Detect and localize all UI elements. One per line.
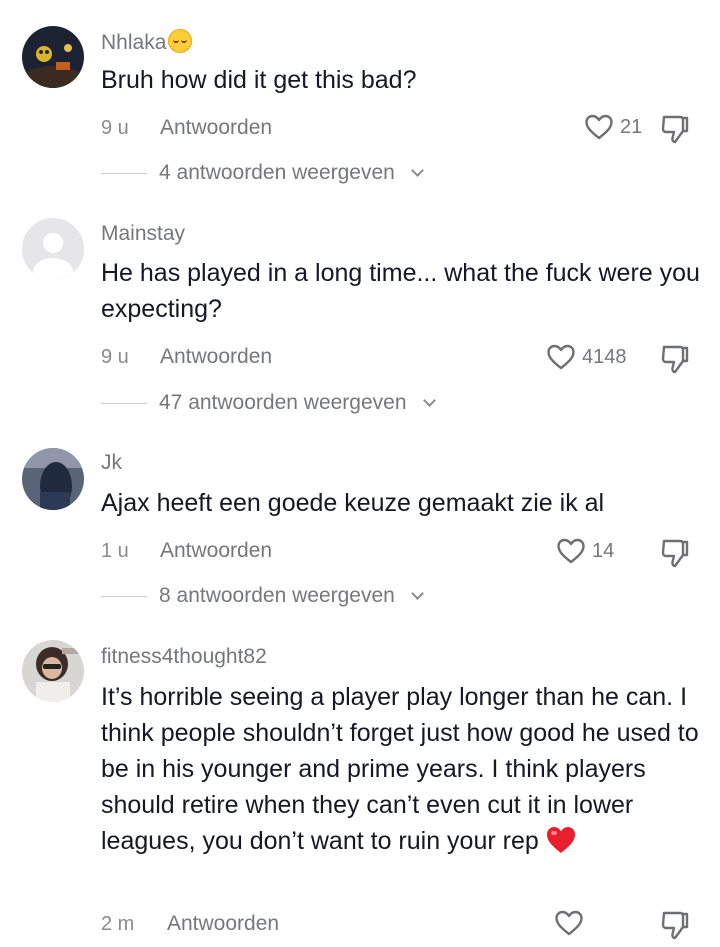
avatar[interactable] xyxy=(22,218,84,280)
like-button[interactable]: 4148 xyxy=(546,343,627,371)
relieved-face-emoji xyxy=(168,29,193,53)
dislike-button[interactable] xyxy=(660,909,690,946)
timestamp: 1 u xyxy=(101,540,129,562)
divider xyxy=(101,402,147,404)
divider xyxy=(101,172,147,174)
reply-button[interactable]: Antwoorden xyxy=(160,345,272,369)
dislike-button[interactable] xyxy=(660,343,690,380)
divider xyxy=(101,595,147,597)
heart-outline-icon xyxy=(555,910,583,936)
comment-text: It’s horrible seeing a player play longe… xyxy=(101,679,701,865)
avatar[interactable] xyxy=(22,26,84,88)
like-button[interactable]: 14 xyxy=(556,537,614,565)
timestamp: 9 u xyxy=(101,117,129,139)
reply-button[interactable]: Antwoorden xyxy=(160,539,272,563)
timestamp: 9 u xyxy=(101,346,129,368)
dislike-button[interactable] xyxy=(660,113,690,150)
reply-button[interactable]: Antwoorden xyxy=(167,912,279,936)
username[interactable]: Mainstay xyxy=(101,222,185,246)
timestamp: 2 m xyxy=(101,913,135,935)
avatar[interactable] xyxy=(22,448,84,510)
like-button[interactable]: 21 xyxy=(584,113,642,141)
like-count: 14 xyxy=(592,539,615,562)
view-replies-label: 47 antwoorden weergeven xyxy=(159,391,407,414)
thumbs-down-icon xyxy=(661,539,689,568)
view-replies-label: 8 antwoorden weergeven xyxy=(159,584,395,607)
dislike-button[interactable] xyxy=(660,537,690,574)
heart-outline-icon xyxy=(547,344,575,370)
username[interactable]: Nhlaka xyxy=(101,29,193,55)
comment-text: Bruh how did it get this bad? xyxy=(101,66,417,94)
username[interactable]: fitness4thought82 xyxy=(101,645,267,669)
heart-outline-icon xyxy=(557,538,585,564)
avatar[interactable] xyxy=(22,640,84,702)
view-replies-button[interactable]: 8 antwoorden weergeven xyxy=(101,584,424,608)
chevron-down-icon xyxy=(410,163,424,177)
view-replies-button[interactable]: 4 antwoorden weergeven xyxy=(101,161,424,185)
comment-text: Ajax heeft een goede keuze gemaakt zie i… xyxy=(101,489,605,517)
like-count: 21 xyxy=(620,115,643,138)
chevron-down-icon xyxy=(422,393,436,407)
red-heart-emoji xyxy=(545,825,577,865)
reply-button[interactable]: Antwoorden xyxy=(160,116,272,140)
view-replies-label: 4 antwoorden weergeven xyxy=(159,161,395,184)
like-count: 4148 xyxy=(582,345,627,368)
thumbs-down-icon xyxy=(661,345,689,374)
username[interactable]: Jk xyxy=(101,451,122,475)
comment-text: He has played in a long time... what the… xyxy=(101,259,700,323)
thumbs-down-icon xyxy=(661,115,689,144)
heart-outline-icon xyxy=(585,114,613,140)
like-button[interactable] xyxy=(554,909,584,937)
thumbs-down-icon xyxy=(661,911,689,940)
view-replies-button[interactable]: 47 antwoorden weergeven xyxy=(101,391,436,415)
chevron-down-icon xyxy=(410,586,424,600)
